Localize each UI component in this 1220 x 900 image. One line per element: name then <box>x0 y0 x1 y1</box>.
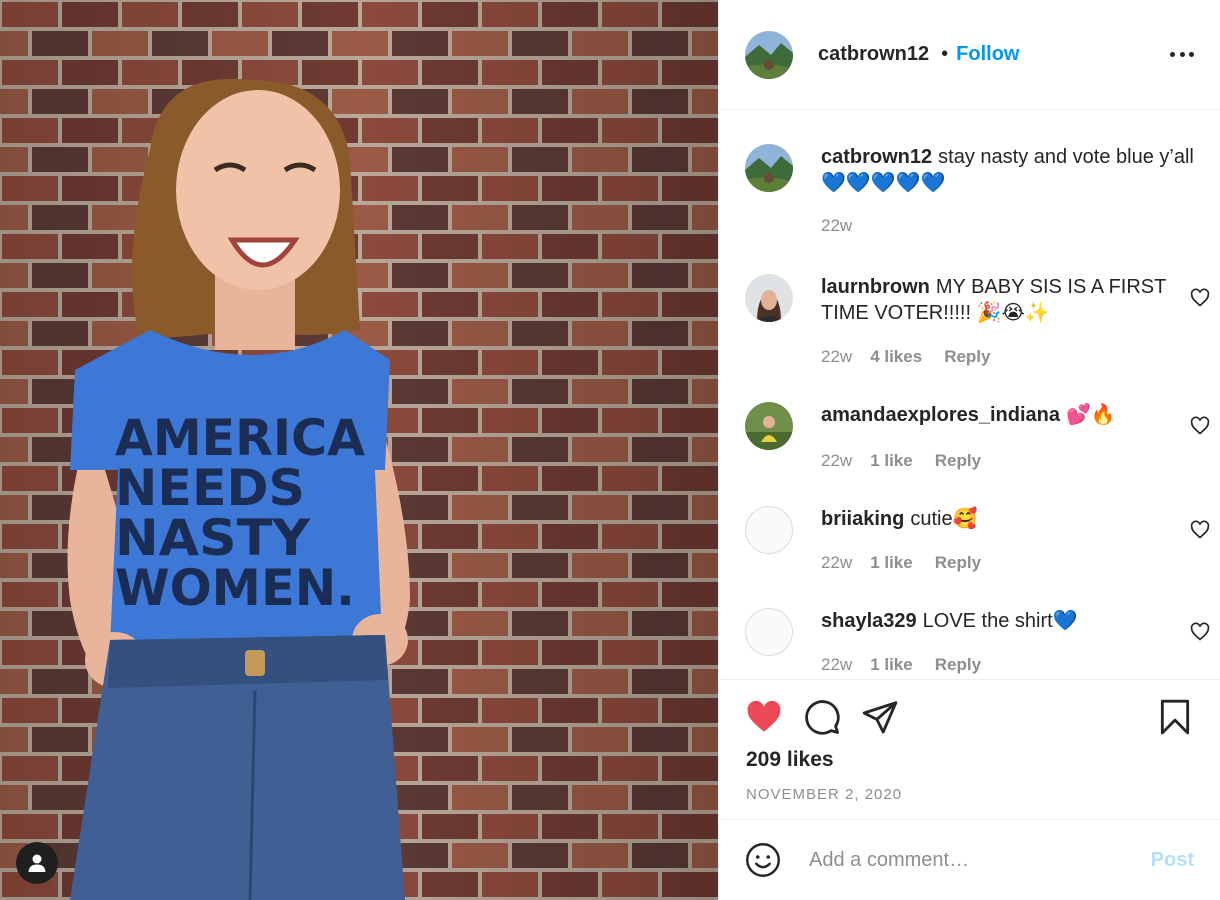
reply-button[interactable]: Reply <box>944 347 990 366</box>
author-avatar[interactable] <box>745 30 793 79</box>
comment-meta: 22w 4 likes Reply <box>821 347 990 367</box>
post-date[interactable]: NOVEMBER 2, 2020 <box>746 786 902 803</box>
comment-composer: Post <box>719 819 1220 900</box>
heart-filled-icon[interactable] <box>745 698 783 736</box>
author-username[interactable]: catbrown12 <box>818 43 929 66</box>
shirt-text-line-4: WOMEN. <box>115 559 355 617</box>
caption-time[interactable]: 22w <box>821 216 852 235</box>
comment-username[interactable]: amandaexplores_indiana <box>821 404 1060 426</box>
reply-button[interactable]: Reply <box>935 451 981 470</box>
commenter-avatar[interactable] <box>745 274 793 322</box>
comment-time[interactable]: 22w <box>821 451 852 470</box>
comment-time[interactable]: 22w <box>821 553 852 572</box>
comment-text: laurnbrown MY BABY SIS IS A FIRST TIME VO… <box>821 274 1166 326</box>
post-comment-button[interactable]: Post <box>1151 849 1194 872</box>
comment-bubble-icon[interactable] <box>803 698 841 736</box>
comment-username[interactable]: briiaking <box>821 508 904 530</box>
separator-dot: • <box>941 43 949 65</box>
photo-image: AMERICA NEEDS NASTY WOMEN. <box>0 0 718 900</box>
caption-username[interactable]: catbrown12 <box>821 146 932 168</box>
comment-username[interactable]: laurnbrown <box>821 276 930 298</box>
comment-meta: 22w 1 like Reply <box>821 655 981 675</box>
post-detail-panel: catbrown12 • Follow catbrown12 stay nasty… <box>718 0 1220 900</box>
comment-text: shayla329 LOVE the shirt💙 <box>821 608 1166 634</box>
comment-meta: 22w 1 like Reply <box>821 553 981 573</box>
comment-likes[interactable]: 1 like <box>870 553 913 572</box>
follow-button[interactable]: Follow <box>956 43 1019 66</box>
comment-meta: 22w 1 like Reply <box>821 451 981 471</box>
comment-like-icon[interactable] <box>1190 520 1210 540</box>
comment-time[interactable]: 22w <box>821 655 852 674</box>
comment-likes[interactable]: 1 like <box>870 451 913 470</box>
comment-likes[interactable]: 4 likes <box>870 347 922 366</box>
commenter-avatar[interactable] <box>745 608 793 656</box>
more-options-icon[interactable] <box>1170 44 1194 64</box>
comment-message: cutie🥰 <box>910 508 978 530</box>
post-actions: 209 likes NOVEMBER 2, 2020 <box>719 679 1220 819</box>
comment-text: amandaexplores_indiana 💕🔥 <box>821 402 1166 428</box>
commenter-avatar[interactable] <box>745 402 793 450</box>
caption-avatar[interactable] <box>745 144 793 192</box>
commenter-avatar[interactable] <box>745 506 793 554</box>
comment-like-icon[interactable] <box>1190 288 1210 308</box>
reply-button[interactable]: Reply <box>935 655 981 674</box>
comment-message: 💕🔥 <box>1065 404 1116 426</box>
reply-button[interactable]: Reply <box>935 553 981 572</box>
post-photo[interactable]: AMERICA NEEDS NASTY WOMEN. <box>0 0 718 900</box>
comment-message: LOVE the shirt💙 <box>922 610 1078 632</box>
bookmark-icon[interactable] <box>1156 698 1194 736</box>
caption-meta: 22w <box>821 216 870 236</box>
user-tag-icon[interactable] <box>16 842 58 884</box>
comment-likes[interactable]: 1 like <box>870 655 913 674</box>
paper-plane-icon[interactable] <box>861 698 899 736</box>
comment-like-icon[interactable] <box>1190 416 1210 436</box>
comment-text: briiaking cutie🥰 <box>821 506 1166 532</box>
comments-list[interactable]: catbrown12 stay nasty and vote blue y’all… <box>719 111 1220 679</box>
comment-username[interactable]: shayla329 <box>821 610 917 632</box>
post-header: catbrown12 • Follow <box>719 0 1220 110</box>
smiley-icon[interactable] <box>745 842 781 878</box>
comment-time[interactable]: 22w <box>821 347 852 366</box>
comment-input[interactable] <box>809 848 1139 872</box>
likes-count[interactable]: 209 likes <box>746 748 834 772</box>
caption-text: catbrown12 stay nasty and vote blue y’all… <box>821 144 1210 196</box>
comment-like-icon[interactable] <box>1190 622 1210 642</box>
